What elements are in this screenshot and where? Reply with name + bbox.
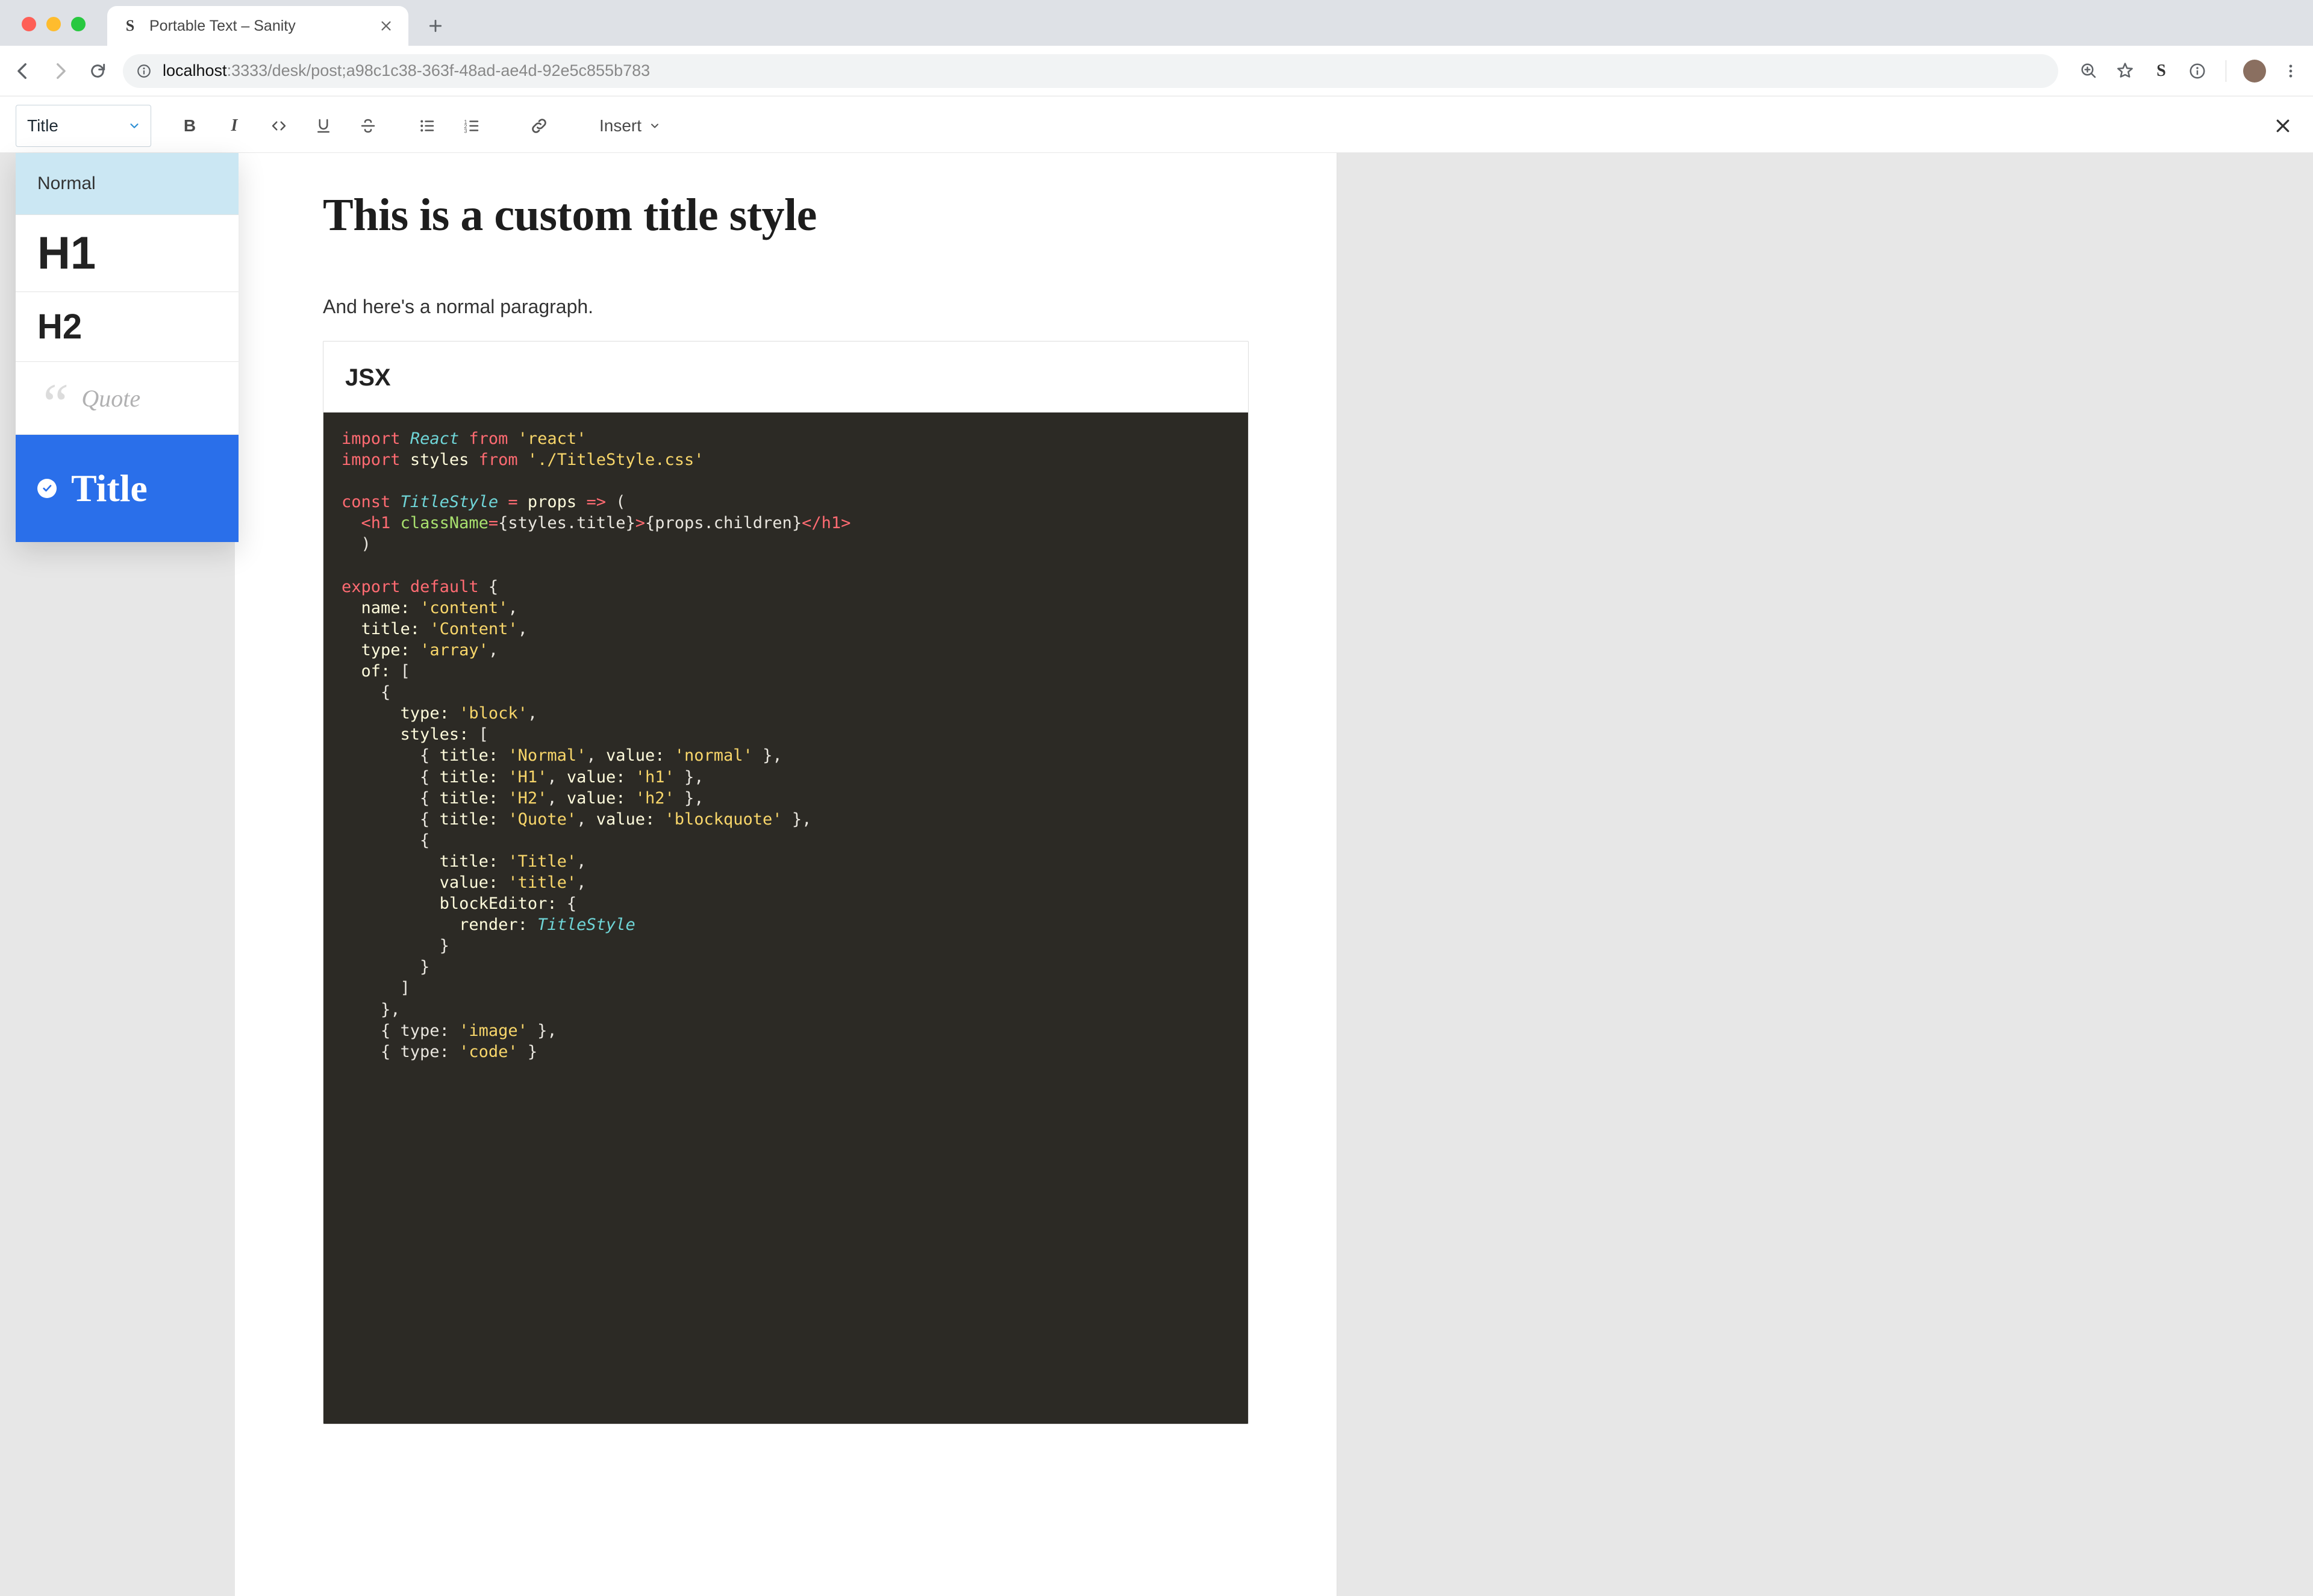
code-block[interactable]: JSX import React from 'react' import sty… <box>323 341 1249 1424</box>
url-path: :3333/desk/post;a98c1c38-363f-48ad-ae4d-… <box>227 61 651 79</box>
browser-tab-active[interactable]: S Portable Text – Sanity <box>107 6 408 46</box>
insert-menu[interactable]: Insert <box>591 116 669 136</box>
extension-info-icon[interactable] <box>2186 60 2209 83</box>
tab-close-icon[interactable] <box>377 17 395 35</box>
back-button[interactable] <box>11 59 35 83</box>
extension-sanity-icon[interactable]: S <box>2150 60 2173 83</box>
tab-strip: S Portable Text – Sanity <box>0 0 2313 46</box>
chevron-down-icon <box>128 119 141 132</box>
omnibox[interactable]: localhost:3333/desk/post;a98c1c38-363f-4… <box>123 54 2058 88</box>
close-editor-button[interactable] <box>2268 111 2297 140</box>
block-style-label: Title <box>27 116 58 136</box>
style-option-quote[interactable]: “ Quote <box>16 361 239 434</box>
doc-paragraph[interactable]: And here's a normal paragraph. <box>323 296 1249 318</box>
bookmark-icon[interactable] <box>2114 60 2137 83</box>
document-paper[interactable]: This is a custom title style And here's … <box>235 153 1337 1596</box>
chrome-menu-icon[interactable] <box>2279 60 2302 83</box>
svg-text:3: 3 <box>464 128 467 134</box>
code-language-label: JSX <box>323 341 1248 413</box>
style-option-title[interactable]: Title <box>16 434 239 542</box>
numbered-list-button[interactable]: 123 <box>450 108 493 144</box>
app-viewport: Title B I 123 <box>0 99 2313 1596</box>
strikethrough-button[interactable] <box>346 108 390 144</box>
block-style-select[interactable]: Title <box>16 105 151 147</box>
style-option-h2[interactable]: H2 <box>16 291 239 361</box>
style-option-label: H1 <box>37 227 96 279</box>
doc-title[interactable]: This is a custom title style <box>323 189 1249 242</box>
bold-button[interactable]: B <box>168 108 211 144</box>
editor-surface: This is a custom title style And here's … <box>0 153 2313 1596</box>
quote-icon: “ <box>37 390 69 419</box>
check-icon <box>37 479 57 498</box>
underline-button[interactable] <box>302 108 345 144</box>
window-zoom-button[interactable] <box>71 17 86 31</box>
toolbar-right: S <box>2071 60 2302 83</box>
insert-label: Insert <box>599 116 641 136</box>
favicon-icon: S <box>120 16 140 36</box>
style-option-label: Normal <box>37 173 96 194</box>
url-host: localhost <box>163 61 227 79</box>
chevron-down-icon <box>649 120 661 132</box>
profile-avatar[interactable] <box>2243 60 2266 83</box>
code-button[interactable] <box>257 108 301 144</box>
browser-chrome: S Portable Text – Sanity localhost:3333/… <box>0 0 2313 78</box>
window-controls <box>13 17 94 46</box>
site-info-icon[interactable] <box>136 63 152 79</box>
editor-toolbar: Title B I 123 <box>0 99 2313 153</box>
forward-button[interactable] <box>48 59 72 83</box>
address-bar: localhost:3333/desk/post;a98c1c38-363f-4… <box>0 46 2313 96</box>
style-option-normal[interactable]: Normal <box>16 153 239 214</box>
code-body[interactable]: import React from 'react' import styles … <box>323 413 1248 1424</box>
bullet-list-button[interactable] <box>405 108 449 144</box>
style-option-h1[interactable]: H1 <box>16 214 239 291</box>
new-tab-button[interactable] <box>420 11 451 41</box>
style-dropdown: Normal H1 H2 “ Quote Title <box>16 153 239 542</box>
list-group: 123 <box>405 108 493 144</box>
tab-title: Portable Text – Sanity <box>149 17 367 35</box>
link-button[interactable] <box>517 108 561 144</box>
window-minimize-button[interactable] <box>46 17 61 31</box>
italic-button[interactable]: I <box>213 108 256 144</box>
inline-format-group: B I <box>168 108 390 144</box>
style-option-label: Quote <box>81 384 140 413</box>
zoom-icon[interactable] <box>2077 60 2100 83</box>
style-option-label: H2 <box>37 307 82 347</box>
style-option-label: Title <box>71 466 148 511</box>
window-close-button[interactable] <box>22 17 36 31</box>
reload-button[interactable] <box>86 59 110 83</box>
omnibox-text: localhost:3333/desk/post;a98c1c38-363f-4… <box>163 61 650 80</box>
